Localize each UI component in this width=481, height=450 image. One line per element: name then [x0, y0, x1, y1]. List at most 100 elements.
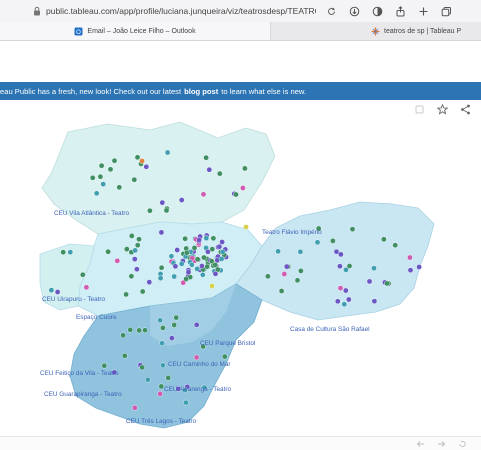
theater-marker[interactable]	[294, 277, 301, 284]
theater-marker[interactable]	[184, 249, 190, 256]
theater-marker[interactable]	[346, 263, 353, 269]
theater-marker[interactable]	[105, 248, 111, 255]
theater-marker[interactable]	[157, 317, 163, 324]
theater-marker[interactable]	[142, 327, 148, 333]
theater-marker[interactable]	[139, 364, 145, 371]
theater-marker[interactable]	[193, 321, 200, 328]
theater-marker[interactable]	[216, 243, 223, 250]
theater-marker[interactable]	[275, 248, 281, 255]
theater-marker[interactable]	[371, 298, 378, 304]
theater-marker[interactable]	[407, 267, 414, 273]
theater-marker[interactable]	[171, 273, 177, 280]
theater-marker[interactable]	[219, 239, 225, 245]
theater-marker[interactable]	[221, 353, 228, 360]
theater-marker[interactable]	[165, 375, 171, 381]
theater-marker[interactable]	[131, 176, 138, 183]
theater-marker[interactable]	[183, 276, 189, 282]
theater-marker[interactable]	[265, 273, 271, 280]
theater-marker[interactable]	[98, 162, 105, 169]
theater-marker[interactable]	[209, 283, 215, 289]
theater-marker[interactable]	[157, 275, 164, 281]
theater-marker[interactable]	[83, 284, 90, 291]
theater-marker[interactable]	[139, 288, 146, 295]
theater-marker[interactable]	[146, 279, 153, 285]
theater-marker[interactable]	[159, 199, 166, 206]
share-nodes-icon[interactable]	[460, 104, 471, 115]
theater-marker[interactable]	[242, 165, 248, 172]
theater-marker[interactable]	[233, 191, 239, 198]
theater-marker[interactable]	[194, 266, 200, 272]
undo-icon[interactable]	[416, 440, 425, 448]
reload-icon[interactable]	[326, 6, 337, 17]
browser-url-bar[interactable]: public.tableau.com/app/profile/luciana.j…	[0, 0, 481, 23]
theater-marker[interactable]	[147, 207, 153, 214]
theater-marker[interactable]	[337, 285, 344, 291]
theater-marker[interactable]	[67, 249, 74, 255]
theater-marker[interactable]	[381, 236, 387, 243]
theater-marker[interactable]	[143, 164, 150, 170]
theater-marker[interactable]	[281, 271, 288, 277]
theater-marker[interactable]	[178, 197, 185, 203]
theater-marker[interactable]	[314, 239, 321, 246]
theater-marker[interactable]	[338, 251, 344, 258]
theater-marker[interactable]	[203, 154, 209, 161]
theater-marker[interactable]	[136, 327, 142, 334]
theater-marker[interactable]	[134, 266, 140, 272]
theater-marker[interactable]	[123, 291, 129, 298]
theater-marker[interactable]	[60, 249, 67, 255]
theater-marker[interactable]	[243, 224, 249, 230]
url-text[interactable]: public.tableau.com/app/profile/luciana.j…	[46, 6, 316, 16]
theater-marker[interactable]	[134, 154, 141, 161]
favorite-star-icon[interactable]	[437, 104, 448, 115]
download-icon[interactable]	[349, 6, 360, 17]
theater-marker[interactable]	[212, 270, 219, 277]
theater-marker[interactable]	[128, 233, 135, 239]
new-tab-icon[interactable]	[418, 6, 429, 17]
theater-marker[interactable]	[116, 184, 123, 191]
theater-marker[interactable]	[416, 264, 422, 270]
theater-marker[interactable]	[182, 235, 188, 242]
theater-marker[interactable]	[124, 246, 130, 252]
theater-marker[interactable]	[157, 391, 163, 397]
theater-marker[interactable]	[172, 263, 179, 270]
theater-marker[interactable]	[196, 237, 202, 243]
theater-marker[interactable]	[131, 404, 138, 411]
theater-marker[interactable]	[206, 166, 213, 173]
theater-marker[interactable]	[100, 181, 106, 187]
theater-marker[interactable]	[48, 287, 55, 293]
theater-marker[interactable]	[341, 301, 348, 307]
theater-marker[interactable]	[169, 335, 175, 341]
theater-marker[interactable]	[164, 149, 171, 156]
theater-marker[interactable]	[145, 376, 151, 383]
theater-marker[interactable]	[120, 332, 126, 339]
theater-marker[interactable]	[392, 242, 399, 248]
theater-marker[interactable]	[107, 166, 114, 173]
map-canvas[interactable]: CEU Vila Atlântica - Teatro Teatro Flávi…	[0, 116, 481, 436]
theater-marker[interactable]	[185, 269, 192, 275]
theater-marker[interactable]	[178, 260, 185, 267]
theater-marker[interactable]	[136, 236, 142, 242]
theater-marker[interactable]	[337, 263, 343, 269]
theater-marker[interactable]	[163, 207, 170, 214]
theater-marker[interactable]	[342, 287, 349, 294]
theater-marker[interactable]	[219, 249, 226, 255]
tab-tableau[interactable]: teatros de sp | Tableau P	[271, 22, 461, 40]
theater-marker[interactable]	[171, 322, 177, 328]
theater-marker[interactable]	[183, 399, 189, 406]
theater-marker[interactable]	[297, 248, 304, 255]
theater-marker[interactable]	[407, 254, 413, 261]
theater-marker[interactable]	[189, 261, 195, 268]
theater-marker[interactable]	[134, 242, 141, 248]
share-icon[interactable]	[395, 5, 406, 17]
theater-marker[interactable]	[334, 298, 341, 305]
tab-outlook[interactable]: O Email – João Leice Filho – Outlook	[0, 22, 271, 40]
theater-marker[interactable]	[80, 271, 86, 278]
theater-marker[interactable]	[240, 185, 246, 191]
theater-marker[interactable]	[114, 257, 121, 264]
theater-marker[interactable]	[298, 268, 304, 274]
blog-post-link[interactable]: blog post	[184, 87, 218, 96]
theater-marker[interactable]	[199, 271, 206, 278]
theater-marker[interactable]	[158, 229, 165, 236]
theater-marker[interactable]	[128, 273, 135, 279]
theater-marker[interactable]	[193, 354, 200, 361]
